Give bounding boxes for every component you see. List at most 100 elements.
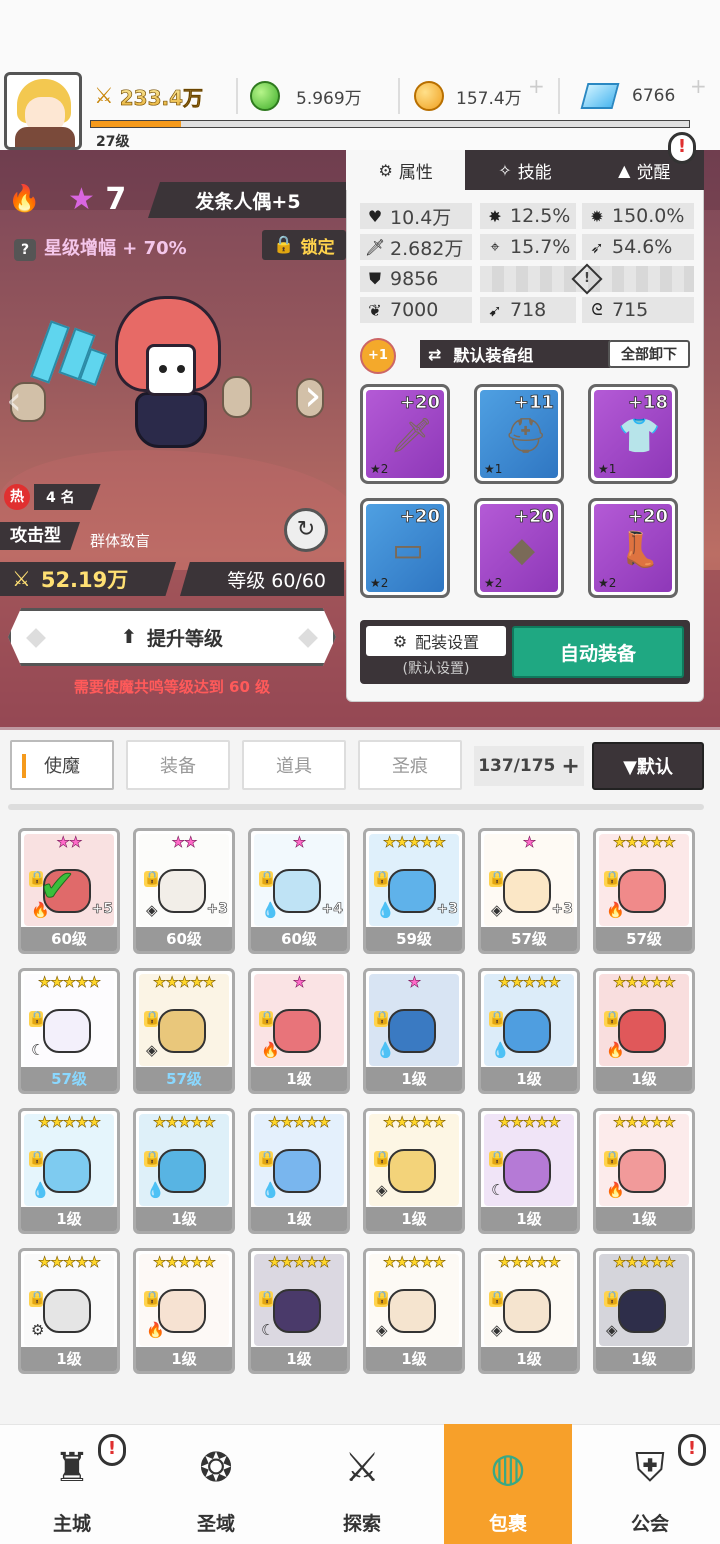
lock-icon: 🔒 (489, 1011, 506, 1027)
familiar-card[interactable]: ★ 🔒 💧 1级 (363, 968, 465, 1094)
star-rating: ★★★★★ (382, 1253, 447, 1272)
boots-icon: 👢 (618, 530, 661, 570)
nav-explore[interactable]: ⚔ 探索 (290, 1424, 434, 1544)
lock-icon: 🔒 (374, 871, 391, 887)
gear-icon: ⚙ (392, 631, 408, 651)
star-rating: ★★★★★ (37, 1253, 102, 1272)
lock-icon: 🔒 (259, 871, 276, 887)
familiar-card[interactable]: ★★★★★ 🔒 🔥 1级 (593, 968, 695, 1094)
familiar-card[interactable]: ★★★★★ 🔒 💧 1级 (248, 1108, 350, 1234)
enhance-level: +5 (91, 901, 113, 918)
familiar-level: 1级 (481, 1347, 577, 1371)
add-gold-icon[interactable]: + (528, 74, 545, 98)
shield-icon: ⛊ (368, 269, 381, 288)
green-gem-icon (250, 81, 280, 111)
familiar-card[interactable]: ★★★★★ 🔒 ☾ 1级 (248, 1248, 350, 1374)
familiar-card[interactable]: ★★★★★ 🔒 ☾ 1级 (478, 1108, 580, 1234)
familiar-face (618, 1289, 666, 1333)
nav-inventory[interactable]: ◍ 包裹 (444, 1424, 572, 1544)
familiar-card[interactable]: ★★★★★ 🔒 ◈ 1级 (363, 1248, 465, 1374)
familiar-face (273, 1149, 321, 1193)
lock-icon: 🔒 (29, 1151, 46, 1167)
hot-rank[interactable]: 热4 名 (4, 484, 101, 510)
hero-character-body (135, 392, 207, 448)
next-hero-arrow-icon[interactable]: › (304, 370, 322, 421)
equip-slot-helmet[interactable]: ⛑ +11 ★1 (474, 384, 564, 484)
familiar-card[interactable]: ★★★★★ 🔒 🔥 1级 (593, 1108, 695, 1234)
equip-slot-belt[interactable]: ▭ +20 ★2 (360, 498, 450, 598)
familiar-card[interactable]: ★★★★★ 🔒 💧 1级 (478, 968, 580, 1094)
help-icon[interactable]: ? (14, 239, 36, 261)
lock-icon: 🔒 (144, 1011, 161, 1027)
equip-set-selector[interactable]: ⇄ 默认装备组 (420, 340, 610, 368)
lock-icon: 🔒 (259, 1291, 276, 1307)
star-boost[interactable]: ? 星级增幅 + 70% (14, 234, 187, 261)
swap-view-button[interactable]: ↻ (284, 508, 328, 552)
star-rating: ★★ (56, 833, 83, 852)
familiar-face (158, 1289, 206, 1333)
sort-button[interactable]: ▼默认 (592, 742, 704, 790)
equip-slot-weapon[interactable]: 🗡 +20 ★2 (360, 384, 450, 484)
familiar-card[interactable]: ★ 🔒 💧 +4 60级 (248, 828, 350, 954)
familiar-card[interactable]: ★★★★★ 🔒 🔥 1级 (133, 1248, 235, 1374)
element-icon: 💧 (31, 1181, 50, 1199)
filter-tab-equipment[interactable]: 装备 (126, 740, 230, 790)
lock-button[interactable]: 🔒 锁定 (262, 230, 346, 260)
familiar-card[interactable]: ★★★★★ 🔒 ◈ 1级 (478, 1248, 580, 1374)
element-icon: 🔥 (146, 1321, 165, 1339)
equip-slot-necklace[interactable]: ◆ +20 ★2 (474, 498, 564, 598)
arrow-up-icon: ⬆ (121, 626, 137, 648)
prev-hero-arrow-icon[interactable]: ‹ (6, 378, 22, 424)
familiar-card[interactable]: ★ 🔒 🔥 1级 (248, 968, 350, 1094)
familiar-card[interactable]: ★★★★★ 🔒 🔥 57级 (593, 828, 695, 954)
familiar-card[interactable]: ★★★★★ 🔒 ☾ 57级 (18, 968, 120, 1094)
green-gem-resource[interactable]: 5.969万 (250, 78, 362, 114)
familiar-card[interactable]: ★★★★★ 🔒 💧 +3 59级 (363, 828, 465, 954)
lock-icon: 🔒 (374, 1291, 391, 1307)
auto-equip-button[interactable]: 自动装备 (512, 626, 684, 678)
element-icon: ◈ (376, 1181, 388, 1199)
familiar-level: 60级 (21, 927, 117, 951)
config-settings-button[interactable]: ⚙ 配装设置 (366, 626, 506, 656)
filter-tab-items[interactable]: 道具 (242, 740, 346, 790)
nav-sanctuary[interactable]: ❂ 圣域 (144, 1424, 288, 1544)
locked-stat-row: ! (480, 263, 694, 295)
element-icon: 💧 (261, 901, 280, 919)
diamond-resource[interactable]: 6766 (580, 78, 675, 114)
enhance-level: +4 (321, 901, 343, 918)
lock-icon: 🔒 (489, 1151, 506, 1167)
familiar-card[interactable]: ★★★★★ 🔒 💧 1级 (133, 1108, 235, 1234)
familiar-card[interactable]: ★★★★★ 🔒 ⚙ 1级 (18, 1248, 120, 1374)
wing-icon: ➶ (590, 237, 604, 257)
familiar-card[interactable]: ★★ 🔒 ◈ +3 60级 (133, 828, 235, 954)
upgrade-level-button[interactable]: ⬆ 提升等级 (8, 608, 336, 666)
familiar-card[interactable]: ★★ 🔒 🔥 +5 ✔ 60级 (18, 828, 120, 954)
gold-resource[interactable]: 157.4万 (414, 78, 522, 114)
familiar-face (618, 869, 666, 913)
filter-tab-familiar[interactable]: 使魔 (10, 740, 114, 790)
stat-atk: 🗡 2.682万 (360, 234, 472, 260)
familiar-card[interactable]: ★★★★★ 🔒 ◈ 1级 (363, 1108, 465, 1234)
player-avatar[interactable] (4, 72, 82, 150)
filter-tab-stigma[interactable]: 圣痕 (358, 740, 462, 790)
lock-icon: 🔒 (604, 871, 621, 887)
add-diamond-icon[interactable]: + (690, 74, 707, 98)
equip-slot-armor[interactable]: 👕 +18 ★1 (588, 384, 678, 484)
castle-icon: ♜ (54, 1445, 90, 1491)
lock-icon: 🔒 (374, 1151, 391, 1167)
tab-attributes[interactable]: ⚙ 属性 (346, 150, 466, 190)
bag-icon: ◍ (490, 1445, 526, 1491)
unequip-all-button[interactable]: 全部卸下 (608, 340, 690, 368)
hero-skill-tag: 群体致盲 (90, 532, 151, 550)
familiar-card[interactable]: ★ 🔒 ◈ +3 57级 (478, 828, 580, 954)
familiar-level: 1级 (366, 1347, 462, 1371)
familiar-card[interactable]: ★★★★★ 🔒 ◈ 1级 (593, 1248, 695, 1374)
necklace-icon: ◆ (508, 530, 536, 570)
inventory-count[interactable]: 137/175 + (474, 746, 584, 786)
equip-slot-boots[interactable]: 👢 +20 ★2 (588, 498, 678, 598)
tab-skills[interactable]: ✧ 技能 (465, 150, 585, 190)
familiar-card[interactable]: ★★★★★ 🔒 💧 1级 (18, 1108, 120, 1234)
familiar-card[interactable]: ★★★★★ 🔒 ◈ 57级 (133, 968, 235, 1094)
element-icon: 🔥 (261, 1041, 280, 1059)
element-icon: ⚙ (31, 1321, 45, 1339)
